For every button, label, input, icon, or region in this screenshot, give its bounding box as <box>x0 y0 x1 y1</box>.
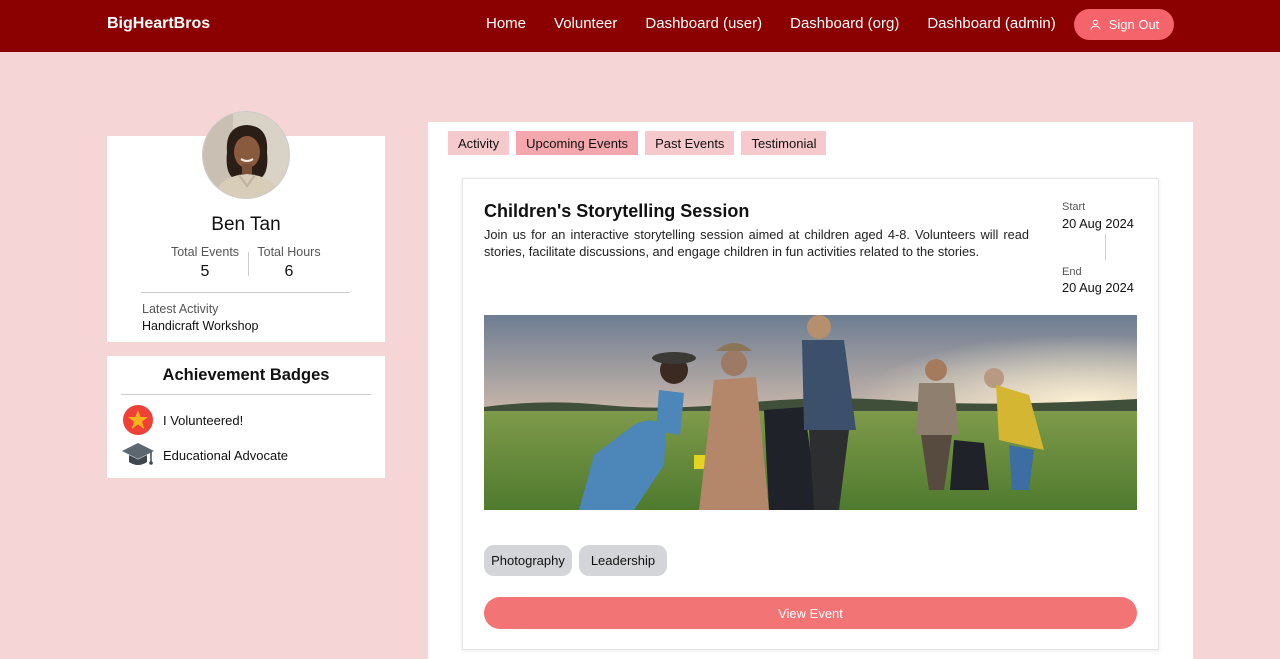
graduation-cap-icon <box>121 438 155 472</box>
avatar <box>202 111 290 199</box>
nav-links: Home Volunteer Dashboard (user) Dashboar… <box>486 15 1084 32</box>
tag-photography[interactable]: Photography <box>484 545 572 576</box>
start-date-value: 20 Aug 2024 <box>1062 216 1134 231</box>
total-hours-label: Total Hours <box>257 245 321 259</box>
profile-name: Ben Tan <box>211 214 281 235</box>
stat-total-hours: Total Hours 6 <box>254 245 324 281</box>
event-tabs: Activity Upcoming Events Past Events Tes… <box>448 131 833 155</box>
achievement-badges-card: Achievement Badges I Volunteered! Educat… <box>107 356 385 478</box>
badge-label: I Volunteered! <box>163 412 244 428</box>
event-description: Join us for an interactive storytelling … <box>484 227 1029 259</box>
start-date-label: Start <box>1062 201 1086 213</box>
badges-divider <box>121 394 371 395</box>
view-event-button[interactable]: View Event <box>484 597 1137 629</box>
nav-link-home[interactable]: Home <box>486 15 526 32</box>
event-card: Children's Storytelling Session Join us … <box>462 178 1159 650</box>
latest-activity-label: Latest Activity <box>142 302 219 316</box>
main-panel: Activity Upcoming Events Past Events Tes… <box>428 122 1193 659</box>
tab-past-events[interactable]: Past Events <box>645 131 735 155</box>
nav-link-dashboard-admin[interactable]: Dashboard (admin) <box>927 15 1055 32</box>
badge-item: I Volunteered! <box>121 403 243 437</box>
user-icon <box>1090 19 1101 30</box>
badge-item: Educational Advocate <box>121 438 288 472</box>
top-navbar: BigHeartBros Home Volunteer Dashboard (u… <box>0 0 1280 52</box>
nav-link-dashboard-org[interactable]: Dashboard (org) <box>790 15 899 32</box>
tab-testimonial[interactable]: Testimonial <box>741 131 827 155</box>
tab-activity[interactable]: Activity <box>448 131 510 155</box>
date-connector <box>1105 234 1106 260</box>
end-date-label: End <box>1062 266 1082 278</box>
star-badge-icon <box>121 403 155 437</box>
stat-total-events: Total Events 5 <box>167 245 243 281</box>
tab-upcoming-events[interactable]: Upcoming Events <box>516 131 639 155</box>
total-events-value: 5 <box>200 263 210 280</box>
total-events-label: Total Events <box>170 245 240 259</box>
nav-link-dashboard-user[interactable]: Dashboard (user) <box>645 15 762 32</box>
end-date-value: 20 Aug 2024 <box>1062 280 1134 295</box>
total-hours-value: 6 <box>284 263 294 280</box>
latest-activity-value: Handicraft Workshop <box>142 319 259 333</box>
stat-divider <box>248 252 249 276</box>
badges-title: Achievement Badges <box>162 366 330 384</box>
event-image <box>484 315 1137 510</box>
brand-logo[interactable]: BigHeartBros <box>107 15 210 33</box>
badge-label: Educational Advocate <box>163 447 289 463</box>
nav-link-volunteer[interactable]: Volunteer <box>554 15 617 32</box>
tag-leadership[interactable]: Leadership <box>579 545 667 576</box>
sign-out-button[interactable]: Sign Out <box>1074 9 1174 40</box>
sign-out-label: Sign Out <box>1108 17 1160 32</box>
event-title: Children's Storytelling Session <box>484 201 750 221</box>
profile-divider <box>141 292 350 293</box>
